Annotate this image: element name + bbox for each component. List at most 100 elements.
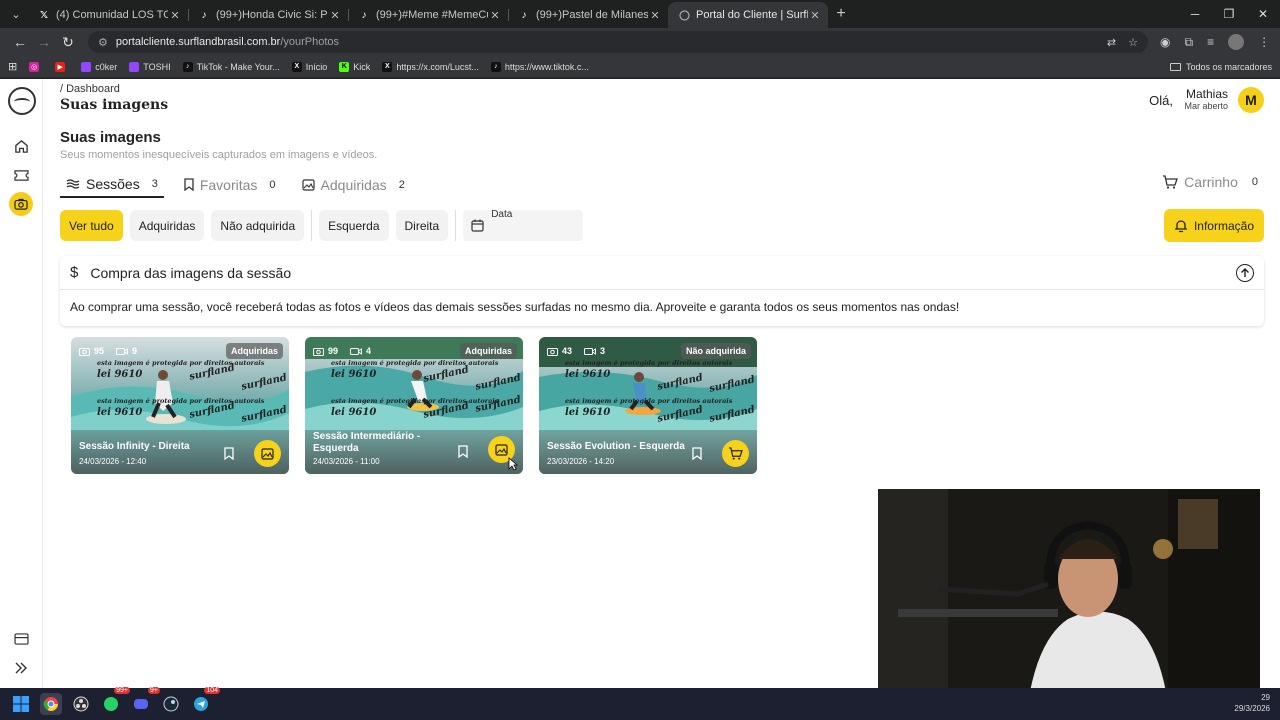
- filter-adquiridas[interactable]: Adquiridas: [129, 210, 205, 241]
- minimize-icon[interactable]: ─: [1178, 7, 1212, 21]
- back-icon[interactable]: ←: [8, 34, 32, 50]
- bookmark-item[interactable]: K Kick: [339, 61, 370, 72]
- user-info[interactable]: Mathias Mar aberto: [1184, 87, 1228, 111]
- close-tab-icon[interactable]: ✕: [328, 9, 342, 22]
- breadcrumb[interactable]: / Dashboard: [60, 83, 1280, 95]
- webcam-overlay: [878, 489, 1260, 703]
- bookmark-item[interactable]: TOSHI: [129, 61, 171, 72]
- bookmark-item[interactable]: ♪ TikTok - Make Your...: [182, 61, 280, 72]
- bookmark-item[interactable]: ◎: [29, 61, 43, 72]
- folder-icon: [1169, 62, 1181, 71]
- address-bar[interactable]: ⚙ portalcliente.surflandbrasil.com.br/yo…: [88, 31, 1148, 53]
- surfland-logo[interactable]: [8, 87, 36, 115]
- video-count-value: 4: [366, 346, 372, 356]
- site-info-icon[interactable]: ⚙: [98, 36, 108, 49]
- tab-sessoes[interactable]: Sessões 3: [60, 171, 164, 198]
- tab-search-button[interactable]: ⌄: [4, 3, 28, 25]
- extension-icon[interactable]: ◉: [1160, 35, 1170, 49]
- watermark-notice: esta imagem é protegida por direitos aut…: [97, 397, 265, 405]
- close-tab-icon[interactable]: ✕: [808, 9, 822, 22]
- filter-ver-tudo[interactable]: Ver tudo: [60, 210, 123, 241]
- browser-tab-active[interactable]: Portal do Cliente | SurfLand ✕: [668, 2, 828, 28]
- tab-favoritas[interactable]: Favoritas 0: [178, 171, 282, 198]
- tiktok-icon: ♪: [361, 9, 367, 21]
- bookmark-item[interactable]: c0ker: [81, 61, 117, 72]
- watermark-law: lei 9610: [97, 369, 143, 380]
- session-title: Sessão Infinity - Direita: [79, 441, 190, 452]
- bookmark-item[interactable]: Xhttps://x.com/Lucst...: [382, 61, 479, 72]
- x-icon: X: [382, 61, 393, 72]
- new-tab-button[interactable]: +: [828, 5, 854, 23]
- calendar-icon: [471, 219, 484, 237]
- browser-tab[interactable]: ♪ (99+)Pastel de Milanesa: Receta ✕: [508, 2, 668, 28]
- filter-nao-adquirida[interactable]: Não adquirida: [211, 210, 305, 241]
- divider: [311, 210, 313, 241]
- status-badge: Adquiridas: [459, 343, 517, 359]
- home-icon[interactable]: [12, 137, 30, 155]
- instagram-icon: ◎: [29, 61, 40, 72]
- puzzle-icon[interactable]: ⧉: [1184, 35, 1193, 50]
- filter-direita[interactable]: Direita: [395, 210, 449, 241]
- twitch-icon: [81, 61, 92, 72]
- filter-esquerda[interactable]: Esquerda: [319, 210, 389, 241]
- chrome-icon[interactable]: [40, 693, 62, 715]
- camera-icon[interactable]: [9, 192, 33, 216]
- date-filter[interactable]: Data: [463, 209, 584, 241]
- webcam-feed: [878, 489, 1260, 703]
- clock-time: 29: [1261, 693, 1270, 702]
- session-grid: 95 9 Adquiridas esta imagem é protegida …: [71, 337, 757, 474]
- status-badge: Adquiridas: [225, 343, 283, 359]
- browser-tab[interactable]: 𝕏 (4) Comunidad LOS TOP GLOBAL ✕: [28, 2, 188, 28]
- bookmark-icon[interactable]: [689, 445, 705, 461]
- ticket-icon[interactable]: [12, 166, 30, 184]
- add-to-cart-button[interactable]: [722, 440, 749, 467]
- profile-avatar[interactable]: [1228, 34, 1245, 50]
- whatsapp-icon[interactable]: 99+: [100, 687, 130, 715]
- expand-sidebar-icon[interactable]: [12, 659, 30, 677]
- steam-icon[interactable]: [160, 693, 182, 715]
- tab-adquiridas[interactable]: Adquiridas 2: [296, 171, 411, 198]
- obs-icon[interactable]: [70, 693, 92, 715]
- close-tab-icon[interactable]: ✕: [648, 9, 662, 22]
- bookmark-icon[interactable]: [221, 445, 237, 461]
- window-controls: ─ ❐ ✕: [1178, 7, 1280, 21]
- avatar[interactable]: M: [1238, 87, 1264, 113]
- bookmark-item[interactable]: ♪ https://www.tiktok.c...: [490, 61, 589, 72]
- bookmarks-bar: ⊞ ◎ ▶ c0ker TOSHI ♪ TikTok - Make Your...…: [0, 56, 1280, 78]
- video-count: 4: [350, 346, 371, 356]
- session-card[interactable]: 99 4 Adquiridas esta imagem é protegida …: [305, 337, 523, 474]
- discord-icon[interactable]: 9+: [130, 687, 160, 715]
- close-tab-icon[interactable]: ✕: [168, 9, 182, 22]
- bookmark-item[interactable]: ▶: [55, 61, 69, 72]
- translate-icon[interactable]: ⇄: [1107, 36, 1116, 49]
- browser-tab[interactable]: ♪ (99+)Honda Civic Si: Performance ✕: [188, 2, 348, 28]
- reload-icon[interactable]: ↻: [56, 34, 80, 51]
- purchase-panel-header[interactable]: $ Compra das imagens da sessão: [60, 256, 1264, 290]
- purchase-panel-body: Ao comprar uma sessão, você receberá tod…: [70, 300, 960, 314]
- browser-tab[interactable]: ♪ (99+)#Meme #MemeCut #Cap ✕: [348, 2, 508, 28]
- forward-icon[interactable]: →: [32, 34, 56, 50]
- cart-count: 0: [1251, 176, 1258, 188]
- session-card[interactable]: 43 3 Não adquirida esta imagem é protegi…: [539, 337, 757, 474]
- view-images-button[interactable]: [254, 440, 281, 467]
- bookmark-item[interactable]: X Início: [291, 61, 327, 72]
- apps-icon[interactable]: ⊞: [8, 60, 17, 73]
- restore-icon[interactable]: ❐: [1212, 7, 1246, 21]
- cart-button[interactable]: Carrinho 0: [1162, 171, 1258, 193]
- card-icon[interactable]: [12, 630, 30, 648]
- bookmark-icon[interactable]: [455, 443, 471, 459]
- telegram-icon[interactable]: 104: [190, 687, 220, 715]
- all-bookmarks-button[interactable]: Todos os marcadores: [1169, 62, 1272, 72]
- system-tray[interactable]: 29 29/3/2026: [1234, 692, 1270, 714]
- media-icon[interactable]: ≡: [1207, 35, 1214, 49]
- windows-start-icon[interactable]: [10, 693, 32, 715]
- photo-count: 43: [547, 346, 572, 356]
- session-card[interactable]: 95 9 Adquiridas esta imagem é protegida …: [71, 337, 289, 474]
- close-window-icon[interactable]: ✕: [1246, 7, 1280, 21]
- star-icon[interactable]: ☆: [1128, 36, 1138, 49]
- collapse-icon[interactable]: [1236, 263, 1254, 282]
- menu-icon[interactable]: ⋮: [1258, 35, 1270, 49]
- info-button[interactable]: Informação: [1163, 209, 1264, 242]
- close-tab-icon[interactable]: ✕: [488, 9, 502, 22]
- photo-count: 99: [313, 346, 338, 356]
